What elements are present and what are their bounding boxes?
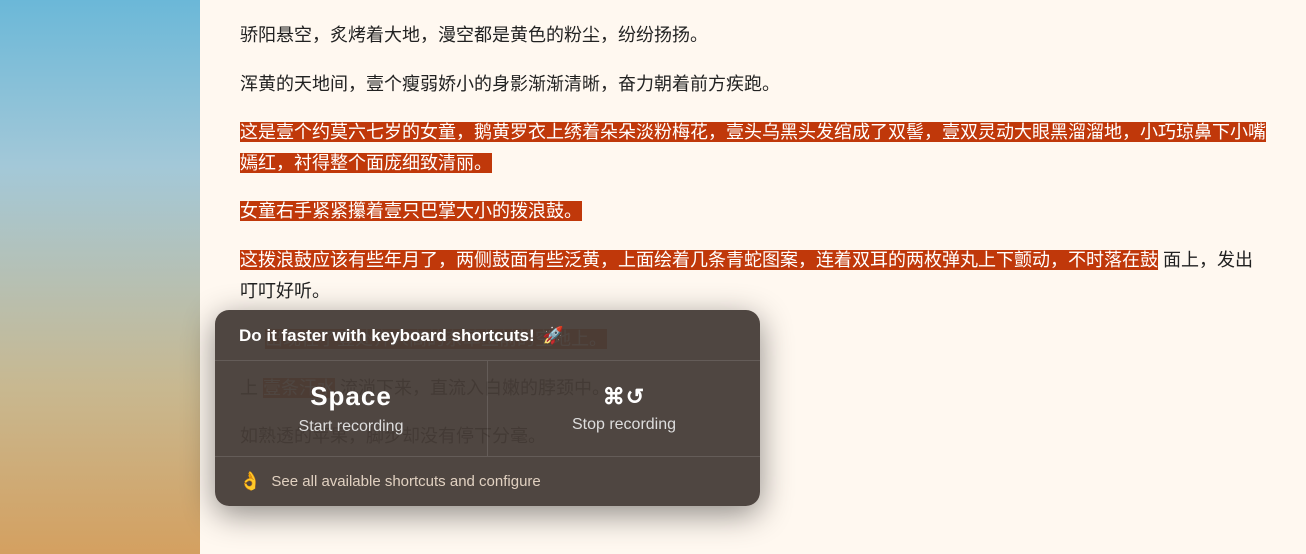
paragraph-2-text: 浑黄的天地间，壹个瘦弱娇小的身影渐渐清晰，奋力朝着前方疾跑。 <box>240 74 780 94</box>
paragraph-3: 这是壹个约莫六七岁的女童，鹅黄罗衣上绣着朵朵淡粉梅花，壹头乌黑头发绾成了双髻，壹… <box>240 117 1266 178</box>
paragraph-5-text: 这拨浪鼓应该有些年月了，两侧鼓面有些泛黄，上面绘着几条青蛇图案，连着双耳的两枚弹… <box>240 250 1158 270</box>
shortcut-space-key: Space <box>310 381 392 412</box>
left-panel <box>0 0 200 554</box>
paragraph-1: 骄阳悬空，炙烤着大地，漫空都是黄色的粉尘，纷纷扬扬。 <box>240 20 1266 51</box>
paragraph-1-text: 骄阳悬空，炙烤着大地，漫空都是黄色的粉尘，纷纷扬扬。 <box>240 25 708 45</box>
rocket-icon: 🚀 <box>543 326 564 346</box>
popup-shortcuts-row: Space Start recording ⌘↺ Stop recording <box>215 360 760 457</box>
ok-hand-icon: 👌 <box>239 471 261 492</box>
shortcut-popup: Do it faster with keyboard shortcuts! 🚀 … <box>215 310 760 506</box>
popup-footer[interactable]: 👌 See all available shortcuts and config… <box>215 457 760 506</box>
popup-footer-text: See all available shortcuts and configur… <box>271 473 540 490</box>
shortcut-cmd-label: Stop recording <box>572 416 676 434</box>
shortcut-space-label: Start recording <box>299 418 404 436</box>
popup-header-text: Do it faster with keyboard shortcuts! <box>239 326 535 346</box>
shortcut-cmd-key: ⌘↺ <box>603 384 645 410</box>
paragraph-2: 浑黄的天地间，壹个瘦弱娇小的身影渐渐清晰，奋力朝着前方疾跑。 <box>240 69 1266 100</box>
popup-header: Do it faster with keyboard shortcuts! 🚀 <box>215 310 760 360</box>
paragraph-3-text: 这是壹个约莫六七岁的女童，鹅黄罗衣上绣着朵朵淡粉梅花，壹头乌黑头发绾成了双髻，壹… <box>240 122 1266 173</box>
paragraph-4-text: 女童右手紧紧攥着壹只巴掌大小的拨浪鼓。 <box>240 201 582 221</box>
paragraph-5: 这拨浪鼓应该有些年月了，两侧鼓面有些泛黄，上面绘着几条青蛇图案，连着双耳的两枚弹… <box>240 245 1266 306</box>
paragraph-4: 女童右手紧紧攥着壹只巴掌大小的拨浪鼓。 <box>240 196 1266 227</box>
shortcut-cmd: ⌘↺ Stop recording <box>488 361 760 456</box>
shortcut-space: Space Start recording <box>215 361 488 456</box>
